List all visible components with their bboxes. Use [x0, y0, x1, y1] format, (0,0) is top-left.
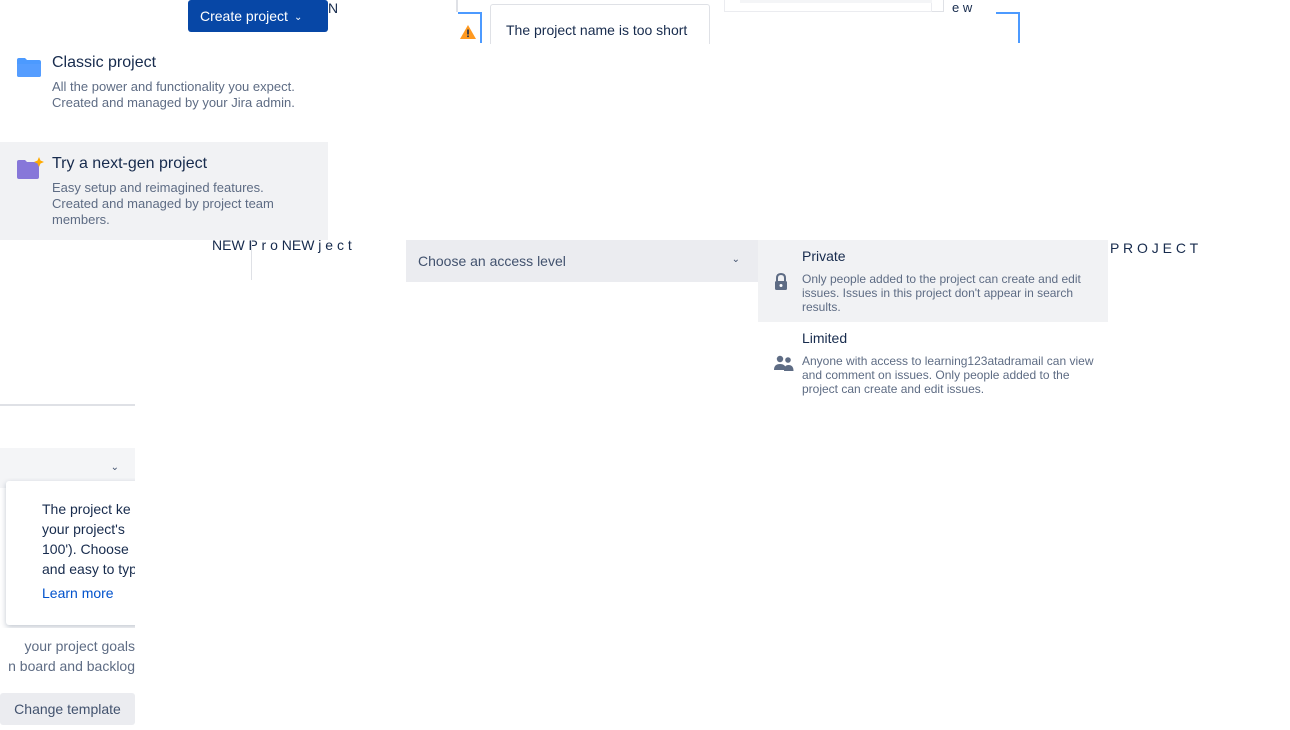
menu-item-title: Try a next-gen project — [52, 155, 208, 172]
menu-item-classic-project[interactable]: Classic project All the power and functi… — [0, 40, 328, 142]
menu-item-next-gen-project[interactable]: Try a next-gen project Easy setup and re… — [0, 142, 328, 240]
field-border-fragment — [251, 240, 252, 280]
access-level-menu: Private Only people added to the project… — [758, 240, 1108, 406]
create-project-label: Create project — [200, 8, 288, 24]
learn-more-link[interactable]: Learn more — [42, 585, 135, 601]
focus-ring-fragment — [996, 12, 1020, 43]
template-description: your project goals n board and backlog — [0, 636, 135, 676]
chevron-down-icon: ⌄ — [110, 462, 119, 473]
validation-message: The project name is too short — [490, 4, 710, 44]
field-border-fragment — [456, 0, 458, 12]
key-tooltip-clip: The project ke your project's 100'). Cho… — [0, 478, 135, 628]
menu-item-description: Easy setup and reimagined features. Crea… — [52, 180, 274, 227]
name-input-fragment: N — [328, 0, 339, 16]
tooltip-line: The project ke — [42, 501, 131, 517]
field-underline — [0, 404, 135, 406]
dropdown-fragment-inner — [740, 0, 932, 3]
template-description-line: n board and backlog — [8, 658, 135, 674]
tooltip-line: your project's — [42, 521, 125, 537]
create-project-button[interactable]: Create project ⌄ — [188, 0, 328, 32]
change-template-button[interactable]: Change template — [0, 693, 135, 725]
key-input-fragment: e w — [952, 0, 973, 15]
access-option-description: Anyone with access to learning123atadram… — [802, 354, 1094, 396]
access-option-private[interactable]: Private Only people added to the project… — [758, 240, 1108, 322]
warning-icon — [459, 24, 477, 43]
menu-item-description: All the power and functionality you expe… — [52, 79, 295, 110]
access-option-description: Only people added to the project can cre… — [802, 272, 1081, 314]
access-level-select[interactable]: Choose an access level ⌄ — [406, 240, 758, 282]
access-option-title: Private — [802, 248, 846, 264]
chevron-down-icon: ⌄ — [731, 254, 740, 265]
tooltip-line: and easy to typ — [42, 561, 135, 577]
project-name-fragment: NEW P r o NEW j e c t — [212, 237, 352, 253]
project-key-fragment: P R O J E C T — [1110, 240, 1199, 256]
project-key-tooltip: The project ke your project's 100'). Cho… — [6, 481, 135, 625]
people-icon — [774, 354, 794, 375]
access-option-limited[interactable]: Limited Anyone with access to learning12… — [758, 322, 1108, 406]
sparkle-folder-icon — [16, 156, 44, 183]
access-option-title: Limited — [802, 330, 848, 346]
access-level-placeholder: Choose an access level — [418, 253, 566, 269]
tooltip-line: 100'). Choose — [42, 541, 129, 557]
create-project-menu: Classic project All the power and functi… — [0, 40, 328, 240]
lock-icon — [774, 272, 788, 294]
chevron-down-icon: ⌄ — [293, 11, 303, 23]
template-description-line: your project goals — [24, 638, 135, 654]
field-border-fragment — [932, 0, 944, 12]
folder-icon — [16, 56, 42, 81]
menu-item-title: Classic project — [52, 54, 157, 71]
